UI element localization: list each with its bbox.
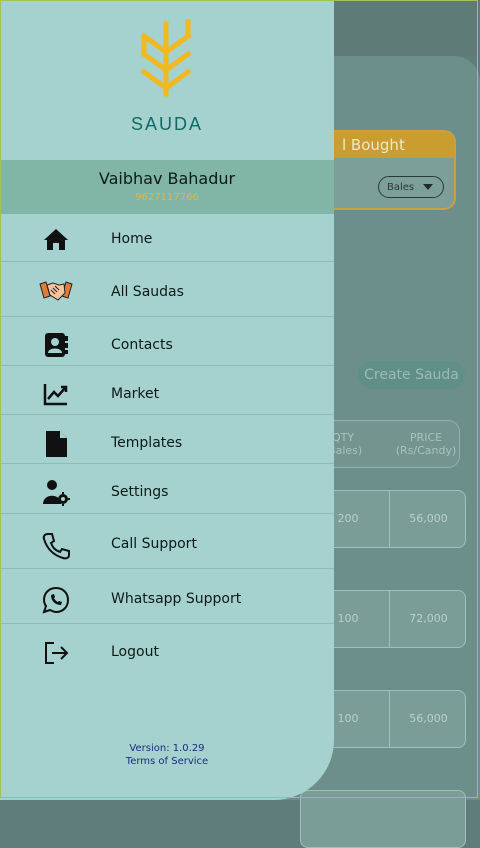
- price-cell: 56,000: [409, 712, 448, 725]
- version-label: Version: 1.0.29: [129, 743, 205, 754]
- create-sauda-button[interactable]: Create Sauda: [358, 361, 465, 389]
- home-icon: [44, 229, 68, 250]
- menu-item-label: All Saudas: [111, 284, 184, 300]
- menu-item-settings[interactable]: Settings: [0, 464, 334, 514]
- phone-icon: [42, 533, 70, 560]
- app-info: Version: 1.0.29 Terms of Service: [0, 742, 334, 768]
- unit-select[interactable]: Bales: [378, 176, 444, 198]
- sauda-logo-icon: [140, 19, 192, 97]
- menu-item-all-saudas[interactable]: All Saudas: [0, 262, 334, 317]
- price-header-unit: (Rs/Candy): [395, 444, 457, 457]
- handshake-icon: [39, 281, 73, 301]
- menu-item-label: Templates: [111, 435, 183, 451]
- price-column-header: PRICE (Rs/Candy): [393, 431, 459, 457]
- menu-item-label: Whatsapp Support: [111, 591, 242, 607]
- menu-item-label: Home: [111, 231, 153, 247]
- user-profile: Vaibhav Bahadur 9627117766: [0, 160, 334, 214]
- menu-item-home[interactable]: Home: [0, 215, 334, 262]
- user-settings-icon: [43, 480, 70, 506]
- terms-of-service-link[interactable]: Terms of Service: [0, 755, 334, 768]
- contacts-icon: [45, 333, 68, 357]
- price-cell: 56,000: [409, 512, 448, 525]
- table-row[interactable]: [300, 790, 466, 848]
- menu-item-label: Settings: [111, 484, 169, 500]
- navigation-drawer: SAUDA Vaibhav Bahadur 9627117766 Home Al…: [0, 0, 334, 800]
- menu-item-whatsapp-support[interactable]: Whatsapp Support: [0, 569, 334, 624]
- user-name: Vaibhav Bahadur: [98, 169, 236, 188]
- menu-item-label: Market: [111, 386, 160, 402]
- chart-trend-icon: [43, 384, 68, 406]
- logout-icon: [45, 642, 69, 664]
- menu-item-contacts[interactable]: Contacts: [0, 317, 334, 366]
- menu-item-label: Call Support: [111, 536, 197, 552]
- unit-select-value: Bales: [387, 182, 415, 193]
- whatsapp-icon: [42, 586, 70, 614]
- price-cell: 72,000: [409, 612, 448, 625]
- document-icon: [46, 431, 67, 457]
- menu-item-label: Contacts: [111, 337, 173, 353]
- menu-item-call-support[interactable]: Call Support: [0, 514, 334, 569]
- chevron-down-icon: [423, 184, 433, 190]
- menu-item-market[interactable]: Market: [0, 366, 334, 415]
- menu-item-logout[interactable]: Logout: [0, 624, 334, 679]
- brand-name: SAUDA: [130, 114, 203, 134]
- menu-item-templates[interactable]: Templates: [0, 415, 334, 464]
- user-phone: 9627117766: [135, 192, 199, 203]
- price-header-label: PRICE: [409, 431, 443, 444]
- menu-item-label: Logout: [111, 644, 159, 660]
